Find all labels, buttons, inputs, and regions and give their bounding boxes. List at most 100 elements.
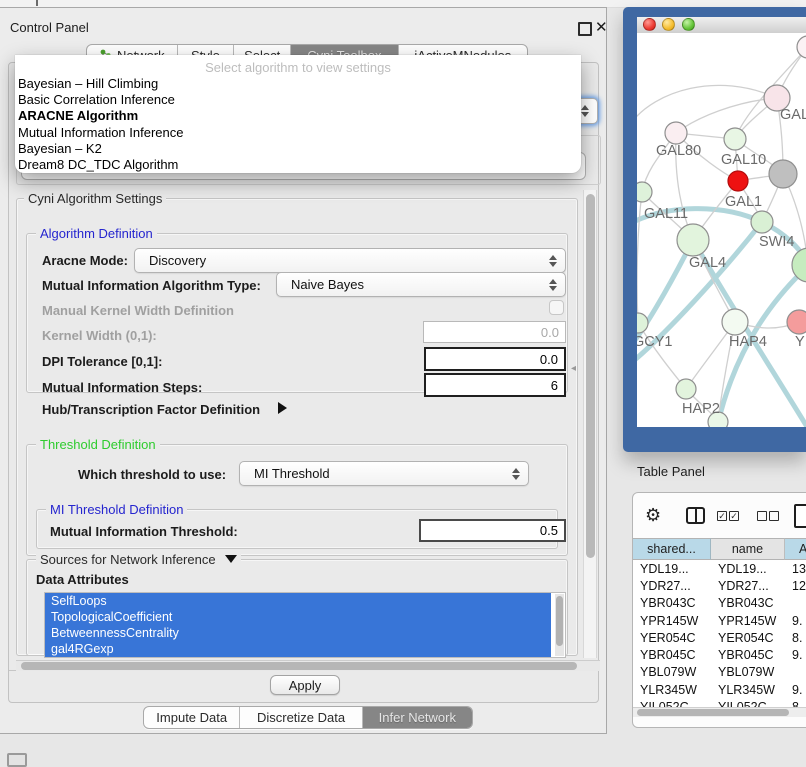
combo-arrows-icon: [512, 468, 520, 480]
table-row[interactable]: YBR043CYBR043C: [633, 595, 806, 612]
node-gal11[interactable]: [637, 182, 652, 202]
close-traffic-light-icon[interactable]: [643, 18, 656, 31]
column-header-shared-name[interactable]: shared...: [633, 538, 711, 560]
tab-label: Discretize Data: [257, 710, 345, 725]
table-row[interactable]: YBR045CYBR045C9.: [633, 646, 806, 663]
tab-discretize-data[interactable]: Discretize Data: [240, 707, 362, 728]
combo-arrows-icon: [549, 279, 557, 291]
table-horizontal-scrollbar[interactable]: [633, 707, 806, 717]
corner-widget[interactable]: [7, 753, 27, 767]
gear-icon[interactable]: ⚙: [645, 505, 661, 526]
combo-value: Discovery: [149, 253, 206, 268]
which-threshold-combobox[interactable]: MI Threshold: [239, 461, 529, 486]
list-item[interactable]: SelfLoops: [45, 593, 551, 609]
column-header-partial[interactable]: A: [785, 538, 806, 560]
table-body[interactable]: YDL19...YDL19...13 YDR27...YDR27...12 YB…: [633, 560, 806, 707]
float-window-icon[interactable]: [578, 22, 592, 36]
table-row[interactable]: YIL052CYIL052C8.: [633, 698, 806, 707]
checked-checkbox-icon[interactable]: ✓: [717, 511, 727, 521]
field-value: 0.0: [541, 325, 559, 340]
list-item[interactable]: TopologicalCoefficient: [45, 609, 551, 625]
data-attributes-list[interactable]: SelfLoops TopologicalCoefficient Between…: [44, 592, 566, 658]
node-gray[interactable]: [769, 160, 797, 188]
tab-infer-network[interactable]: Infer Network: [363, 707, 472, 728]
group-title: Algorithm Definition: [36, 227, 157, 241]
manual-kernel-width-checkbox[interactable]: [549, 300, 564, 315]
mi-threshold-input[interactable]: 0.5: [419, 519, 566, 542]
table-row[interactable]: YDR27...YDR27...12: [633, 577, 806, 594]
table-row[interactable]: YPR145WYPR145W9.: [633, 612, 806, 629]
table-row[interactable]: YLR345WYLR345W9.: [633, 681, 806, 698]
collapse-arrow-icon[interactable]: [225, 555, 237, 563]
node-swi4[interactable]: [751, 211, 773, 233]
settings-horizontal-scrollbar[interactable]: [16, 660, 600, 671]
scrollbar-thumb[interactable]: [21, 662, 577, 670]
dropdown-item[interactable]: Mutual Information Inference: [15, 125, 581, 141]
list-item[interactable]: BetweennessCentrality: [45, 625, 551, 641]
mi-threshold-label: Mutual Information Threshold:: [50, 524, 238, 539]
network-canvas[interactable]: GAL GAL80 GAL10 GAL1 GAL11 SWI4 GAL4 GCY…: [637, 33, 806, 427]
combo-value: Naive Bayes: [291, 277, 364, 292]
table-header: shared... name A: [633, 538, 806, 560]
node-label: GAL10: [721, 152, 766, 168]
table-row[interactable]: YDL19...YDL19...13: [633, 560, 806, 577]
cell-value: 8.: [785, 631, 806, 645]
cell-name: YLR345W: [711, 683, 785, 697]
dropdown-item[interactable]: Basic Correlation Inference: [15, 92, 581, 108]
node-hap2[interactable]: [676, 379, 696, 399]
dropdown-item[interactable]: Bayesian – Hill Climbing: [15, 76, 581, 92]
scrollbar-thumb[interactable]: [556, 596, 563, 646]
node-hap4[interactable]: [722, 309, 748, 335]
list-scrollbar[interactable]: [555, 594, 564, 656]
unchecked-checkbox-icon[interactable]: [769, 511, 779, 521]
cell-shared: YDR27...: [633, 579, 711, 593]
splitter-collapse-icon[interactable]: ◂: [571, 363, 576, 374]
cell-shared: YBL079W: [633, 665, 711, 679]
kernel-width-label: Kernel Width (0,1):: [42, 328, 157, 343]
column-header-name[interactable]: name: [711, 538, 785, 560]
cell-shared: YDL19...: [633, 562, 711, 576]
tab-impute-data[interactable]: Impute Data: [144, 707, 240, 728]
node-selected-red[interactable]: [728, 171, 748, 191]
group-title: MI Threshold Definition: [46, 503, 187, 517]
dropdown-item[interactable]: Bayesian – K2: [15, 141, 581, 157]
mi-algorithm-type-combobox[interactable]: Naive Bayes: [276, 272, 566, 297]
table-row[interactable]: YER054CYER054C8.: [633, 629, 806, 646]
close-icon[interactable]: ✕: [595, 18, 608, 36]
cell-value: 13: [785, 562, 806, 576]
cell-value: 9.: [785, 648, 806, 662]
cell-name: YER054C: [711, 631, 785, 645]
aracne-mode-combobox[interactable]: Discovery: [134, 248, 566, 273]
checked-checkbox-icon[interactable]: ✓: [729, 511, 739, 521]
dropdown-item-highlighted[interactable]: ARACNE Algorithm: [15, 108, 581, 124]
node-gcy1[interactable]: [637, 313, 648, 333]
zoom-traffic-light-icon[interactable]: [682, 18, 695, 31]
sources-title[interactable]: Sources for Network Inference: [36, 553, 241, 567]
mi-steps-input[interactable]: 6: [424, 373, 566, 397]
minimize-traffic-light-icon[interactable]: [662, 18, 675, 31]
expand-arrow-icon[interactable]: [278, 402, 287, 414]
cell-value: 9.: [785, 614, 806, 628]
hub-definition-label: Hub/Transcription Factor Definition: [42, 402, 260, 417]
scrollbar-thumb[interactable]: [586, 194, 595, 558]
table-row[interactable]: YBL079WYBL079W: [633, 664, 806, 681]
settings-vertical-scrollbar[interactable]: [583, 190, 597, 658]
scrollbar-thumb[interactable]: [637, 709, 789, 716]
unchecked-checkbox-icon[interactable]: [757, 511, 767, 521]
dpi-tolerance-input[interactable]: 0.0: [424, 347, 566, 371]
tab-label: Impute Data: [156, 710, 227, 725]
node[interactable]: [797, 36, 806, 58]
aracne-mode-label: Aracne Mode:: [42, 253, 128, 268]
table-icon[interactable]: [794, 504, 806, 528]
node-salmon[interactable]: [787, 310, 806, 334]
dpi-tolerance-label: DPI Tolerance [0,1]:: [42, 354, 162, 369]
dropdown-item[interactable]: Dream8 DC_TDC Algorithm: [15, 157, 581, 173]
kernel-width-input[interactable]: 0.0: [423, 321, 566, 343]
list-item[interactable]: gal4RGexp: [45, 641, 551, 657]
network-graph: GAL GAL80 GAL10 GAL1 GAL11 SWI4 GAL4 GCY…: [637, 33, 806, 427]
node-gal10[interactable]: [724, 128, 746, 150]
apply-button[interactable]: Apply: [270, 675, 340, 695]
node-gal80[interactable]: [665, 122, 687, 144]
node-gal4[interactable]: [677, 224, 709, 256]
columns-icon[interactable]: [686, 507, 705, 524]
